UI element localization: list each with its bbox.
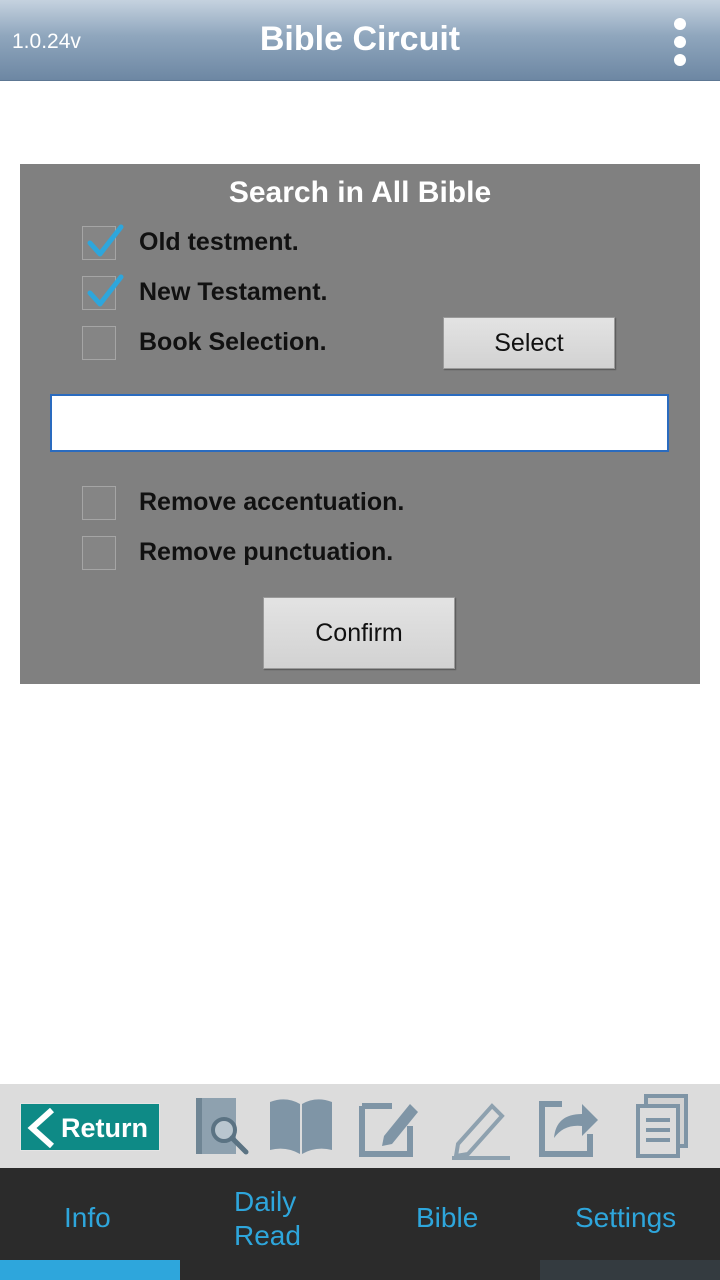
option-remove-punctuation[interactable]: Remove punctuation. <box>82 536 482 570</box>
tab-daily-read[interactable]: Daily Read <box>180 1168 360 1280</box>
book-selection-label: Book Selection. <box>139 328 327 356</box>
open-book-icon[interactable] <box>268 1092 334 1160</box>
checkmark-icon <box>87 274 124 307</box>
tab-settings-label: Settings <box>575 1202 677 1233</box>
select-books-button[interactable]: Select <box>443 317 615 369</box>
return-label: Return <box>61 1113 148 1143</box>
menu-dot <box>674 54 686 66</box>
menu-dot <box>674 18 686 30</box>
search-input[interactable] <box>50 394 669 452</box>
active-tab-indicator <box>0 1260 180 1280</box>
action-toolbar: Return <box>0 1084 720 1168</box>
return-button[interactable]: Return <box>20 1103 160 1151</box>
option-remove-accentuation[interactable]: Remove accentuation. <box>82 486 482 520</box>
old-testament-label: Old testment. <box>139 228 299 256</box>
old-testament-checkbox[interactable] <box>82 224 124 260</box>
option-book-selection[interactable]: Book Selection. <box>82 326 482 360</box>
option-new-testament[interactable]: New Testament. <box>82 274 482 310</box>
remove-punctuation-label: Remove punctuation. <box>139 538 394 566</box>
more-vert-icon[interactable] <box>664 14 696 70</box>
menu-dot <box>674 36 686 48</box>
new-testament-label: New Testament. <box>139 278 328 306</box>
tab-daily-read-line1: Daily <box>234 1186 297 1217</box>
share-icon[interactable] <box>532 1092 598 1160</box>
back-arrow-icon <box>27 1108 55 1148</box>
search-book-icon[interactable] <box>188 1092 254 1160</box>
app-header: 1.0.24v Bible Circuit <box>0 0 720 81</box>
tab-bible[interactable]: Bible <box>360 1168 540 1280</box>
book-selection-checkbox[interactable] <box>82 326 116 360</box>
tab-bible-label: Bible <box>416 1202 479 1233</box>
copy-icon[interactable] <box>630 1092 696 1160</box>
remove-accentuation-checkbox[interactable] <box>82 486 116 520</box>
tab-info-label: Info <box>64 1202 111 1233</box>
app-title: Bible Circuit <box>259 20 461 58</box>
confirm-button[interactable]: Confirm <box>263 597 455 669</box>
pencil-icon[interactable] <box>446 1092 512 1160</box>
search-panel-title: Search in All Bible <box>228 176 492 209</box>
remove-punctuation-checkbox[interactable] <box>82 536 116 570</box>
bottom-nav: Info Daily Read Bible Settings <box>0 1168 720 1280</box>
option-old-testament[interactable]: Old testment. <box>82 224 482 260</box>
new-testament-checkbox[interactable] <box>82 274 124 310</box>
tab-daily-read-line2: Read <box>234 1220 301 1251</box>
tab-indicator-dim <box>540 1260 720 1280</box>
checkmark-icon <box>87 224 124 257</box>
app-screen: 1.0.24v Bible Circuit Search in All Bibl… <box>0 0 720 1280</box>
search-panel: Search in All Bible Old testment. New Te… <box>20 164 700 684</box>
remove-accentuation-label: Remove accentuation. <box>139 488 405 516</box>
edit-note-icon[interactable] <box>356 1092 422 1160</box>
